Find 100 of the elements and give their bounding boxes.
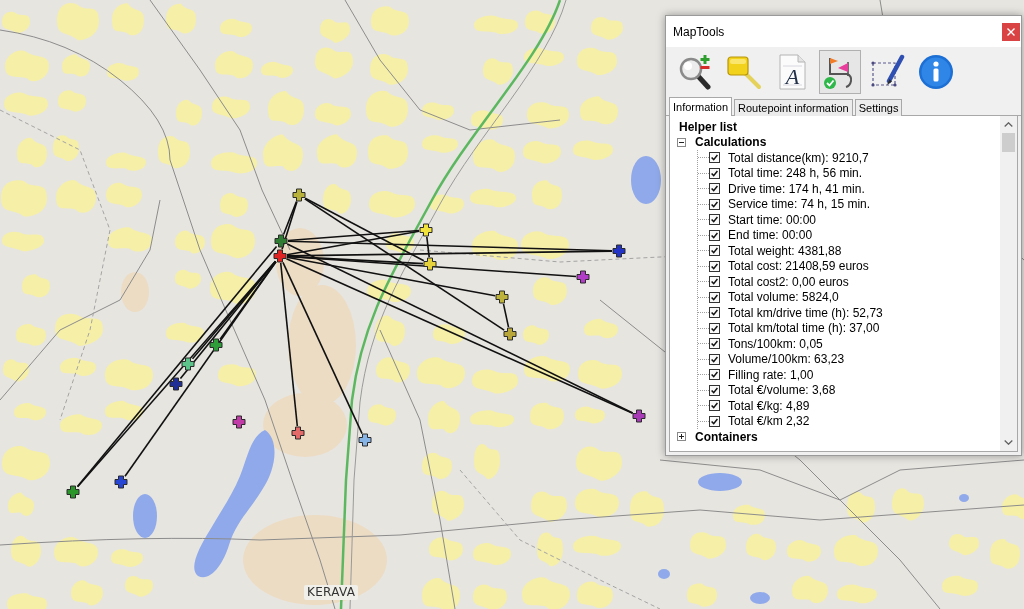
field-patch: [158, 136, 190, 169]
tape-measure-icon: [726, 54, 762, 90]
field-patch: [106, 182, 142, 208]
checkbox[interactable]: [709, 353, 720, 365]
field-patch: [210, 271, 256, 304]
field-patch: [630, 491, 664, 527]
field-patch: [470, 410, 514, 428]
field-patch: [576, 446, 622, 481]
checkbox[interactable]: [709, 338, 720, 350]
field-patch: [575, 406, 605, 424]
tab[interactable]: Settings: [854, 99, 903, 116]
calculation-item: Total €/kg: 4,89: [728, 398, 810, 413]
collapse-icon[interactable]: [677, 137, 686, 147]
field-patch: [834, 535, 878, 566]
close-icon: [1007, 27, 1015, 36]
field-patch: [537, 532, 563, 567]
field-patch: [746, 533, 776, 561]
field-patch: [268, 91, 304, 126]
field-patch: [105, 400, 143, 421]
field-patch: [531, 491, 567, 522]
field-patch: [792, 575, 828, 604]
checkbox[interactable]: [709, 198, 720, 210]
expand-icon[interactable]: [677, 432, 686, 442]
calculation-item: Total time: 248 h, 56 min.: [728, 166, 863, 181]
checkbox[interactable]: [709, 400, 720, 412]
checkbox[interactable]: [709, 415, 720, 427]
field-patch: [2, 11, 30, 33]
checkbox[interactable]: [709, 260, 720, 272]
checkbox[interactable]: [709, 183, 720, 195]
field-patch: [62, 54, 90, 77]
close-button[interactable]: [1002, 22, 1020, 41]
tree-node-label[interactable]: Calculations: [695, 135, 767, 150]
tree-node-label[interactable]: Containers: [695, 429, 758, 444]
checkbox[interactable]: [709, 276, 720, 288]
field-patch: [892, 488, 924, 521]
field-patch: [3, 359, 29, 382]
field-patch: [166, 3, 196, 34]
field-patch: [315, 102, 351, 126]
field-patch: [573, 535, 621, 556]
field-patch: [14, 403, 46, 421]
field-patch: [521, 231, 569, 260]
lake: [750, 592, 770, 604]
field-patch: [523, 325, 549, 345]
calculation-item: Total km/drive time (h): 52,73: [728, 305, 883, 320]
checkbox[interactable]: [709, 384, 720, 396]
lake: [959, 494, 969, 502]
checkbox[interactable]: [709, 214, 720, 226]
field-patch: [375, 315, 405, 346]
calculation-item: Total km/total time (h): 37,00: [728, 321, 880, 336]
checkbox[interactable]: [709, 307, 720, 319]
field-patch: [530, 402, 564, 430]
checkbox[interactable]: [709, 229, 720, 241]
field-patch: [690, 532, 726, 559]
field-patch: [323, 184, 351, 214]
checkbox[interactable]: [709, 291, 720, 303]
field-patch: [175, 269, 201, 289]
field-patch: [211, 224, 255, 259]
field-patch: [428, 400, 460, 434]
tab[interactable]: Information: [669, 97, 733, 116]
field-patch: [591, 17, 623, 40]
field-patch: [472, 369, 518, 394]
field-patch: [432, 490, 464, 521]
calculation-item: Total volume: 5824,0: [728, 290, 839, 305]
tab[interactable]: Routepoint information: [734, 99, 853, 116]
field-patch: [422, 452, 452, 479]
scrollbar-thumb[interactable]: [1002, 133, 1015, 152]
checkbox[interactable]: [709, 152, 720, 164]
field-patch: [483, 58, 513, 85]
calculation-item: Volume/100km: 63,23: [728, 352, 845, 367]
field-patch: [2, 231, 44, 252]
field-patch: [470, 188, 516, 208]
field-patch: [577, 581, 613, 609]
field-patch: [417, 357, 465, 389]
checkbox[interactable]: [709, 167, 720, 179]
checkbox[interactable]: [709, 245, 720, 257]
field-patch: [578, 360, 622, 389]
checkbox[interactable]: [709, 369, 720, 381]
lake: [698, 473, 742, 491]
field-patch: [577, 47, 617, 76]
checkbox[interactable]: [709, 322, 720, 334]
field-patch: [261, 61, 293, 78]
field-patch: [107, 63, 139, 81]
lake: [133, 494, 157, 538]
chevron-up-icon: [1004, 122, 1013, 127]
field-patch: [5, 50, 49, 82]
tool-button[interactable]: [819, 50, 861, 94]
field-patch: [11, 535, 41, 567]
calculation-item: Total cost: 21408,59 euros: [728, 259, 869, 274]
field-patch: [7, 593, 47, 609]
field-patch: [317, 134, 357, 168]
field-patch: [368, 135, 408, 169]
window-title: MapTools: [673, 24, 725, 39]
field-patch: [263, 134, 303, 171]
field-patch: [473, 139, 515, 172]
scrollbar[interactable]: [1000, 116, 1017, 451]
field-patch: [111, 549, 143, 567]
field-patch: [532, 180, 562, 210]
list-heading: Helper list: [679, 119, 738, 134]
field-patch: [533, 277, 567, 305]
field-patch: [8, 492, 34, 516]
